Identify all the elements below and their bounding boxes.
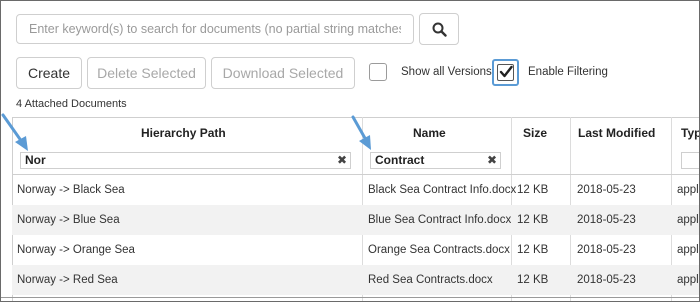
cell-hierarchy-path: Norway -> Red Sea (17, 274, 118, 286)
show-all-versions-checkbox[interactable] (369, 63, 387, 81)
table-row[interactable]: Norway -> Orange Sea Orange Sea Contract… (12, 235, 700, 265)
cell-hierarchy-path: Norway -> Black Sea (17, 184, 125, 196)
cell-last-modified: 2018-05-23 (577, 274, 636, 286)
cell-name: Blue Sea Contract Info.docx (368, 214, 512, 226)
cell-last-modified: 2018-05-23 (577, 244, 636, 256)
table-row[interactable]: Norway -> Black Sea Black Sea Contract I… (12, 175, 700, 205)
search-icon (432, 22, 447, 42)
cell-type: appli (677, 244, 700, 256)
cell-name: Black Sea Contract Info.docx (368, 184, 517, 196)
cell-type: appli (677, 274, 700, 286)
cell-name: Orange Sea Contracts.docx (368, 244, 510, 256)
checkmark-icon (499, 65, 513, 84)
column-header-size[interactable]: Size (523, 126, 547, 140)
column-header-name[interactable]: Name (413, 126, 446, 140)
document-attachments-panel: Create Delete Selected Download Selected… (0, 0, 700, 302)
hierarchy-path-filter-input[interactable]: Nor ✖ (20, 152, 351, 169)
cell-name: Red Sea Contracts.docx (368, 274, 493, 286)
cell-size: 12 KB (517, 244, 549, 256)
name-filter-input[interactable]: Contract ✖ (370, 152, 501, 169)
create-button[interactable]: Create (16, 57, 82, 89)
clear-filter-icon[interactable]: ✖ (487, 153, 497, 168)
column-header-last-modified[interactable]: Last Modified (578, 126, 655, 140)
cell-size: 12 KB (517, 214, 549, 226)
search-input[interactable] (16, 14, 414, 44)
annotation-arrow-icon (1, 113, 28, 151)
enable-filtering-checkbox[interactable] (492, 59, 519, 86)
download-selected-button[interactable]: Download Selected (211, 57, 355, 89)
enable-filtering-label: Enable Filtering (528, 66, 608, 78)
table-row[interactable]: Norway -> Red Sea Red Sea Contracts.docx… (12, 265, 700, 295)
cell-last-modified: 2018-05-23 (577, 184, 636, 196)
search-button[interactable] (419, 13, 459, 45)
cell-hierarchy-path: Norway -> Blue Sea (17, 214, 120, 226)
horizontal-scrollbar[interactable] (1, 297, 699, 298)
cell-type: appli (677, 214, 700, 226)
attached-documents-count: 4 Attached Documents (16, 98, 127, 110)
cell-size: 12 KB (517, 274, 549, 286)
annotation-arrow-icon (351, 115, 371, 150)
table-row[interactable]: Norway -> Blue Sea Blue Sea Contract Inf… (12, 205, 700, 235)
show-all-versions-label: Show all Versions (401, 66, 492, 78)
cell-last-modified: 2018-05-23 (577, 214, 636, 226)
delete-selected-button[interactable]: Delete Selected (87, 57, 206, 89)
cell-size: 12 KB (517, 184, 549, 196)
column-header-type[interactable]: Typ (681, 126, 699, 140)
column-header-hierarchy-path[interactable]: Hierarchy Path (141, 126, 226, 140)
cell-hierarchy-path: Norway -> Orange Sea (17, 244, 135, 256)
cell-type: appli (677, 184, 700, 196)
type-filter-input[interactable] (681, 152, 699, 169)
